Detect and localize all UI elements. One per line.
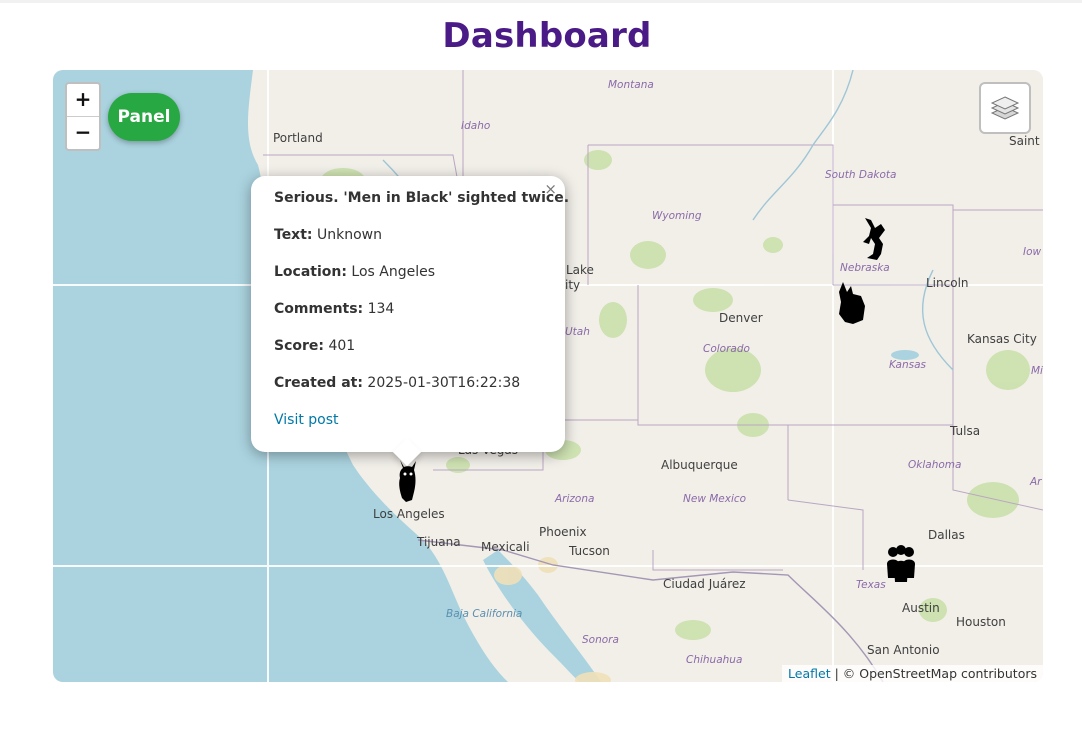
- label-phoenix: Phoenix: [539, 525, 587, 539]
- label-tijuana: Tijuana: [417, 535, 461, 549]
- label-missouri: Mi: [1031, 365, 1043, 377]
- zoom-out-button[interactable]: −: [67, 117, 99, 149]
- popup-location-label: Location:: [274, 264, 347, 280]
- label-arkansas: Ar: [1030, 476, 1042, 488]
- popup-created-row: Created at: 2025-01-30T16:22:38: [274, 373, 551, 393]
- zoom-in-button[interactable]: +: [67, 84, 99, 117]
- popup-comments-label: Comments:: [274, 301, 364, 317]
- popup-content: Serious. 'Men in Black' sighted twice. T…: [274, 188, 570, 447]
- label-oklahoma: Oklahoma: [908, 459, 962, 471]
- popup-location-row: Location: Los Angeles: [274, 262, 551, 282]
- label-los-angeles: Los Angeles: [373, 507, 445, 521]
- label-salt-lake: Lake: [566, 263, 594, 277]
- popup-text-value: Unknown: [316, 227, 382, 243]
- label-idaho: Idaho: [461, 120, 491, 132]
- popup-score-row: Score: 401: [274, 336, 551, 356]
- creature-marker-icon[interactable]: [859, 214, 891, 264]
- label-lincoln: Lincoln: [926, 276, 969, 290]
- label-denver: Denver: [719, 311, 763, 325]
- label-new-mexico: New Mexico: [683, 493, 747, 505]
- label-colorado: Colorado: [703, 343, 750, 355]
- marker-popup: × Serious. 'Men in Black' sighted twice.…: [251, 176, 570, 467]
- visit-post-link[interactable]: Visit post: [274, 412, 339, 428]
- label-kansas-city: Kansas City: [967, 332, 1037, 346]
- popup-text-row: Text: Unknown: [274, 225, 551, 245]
- label-saint: Saint: [1009, 134, 1040, 148]
- popup-score-value: 401: [328, 338, 356, 354]
- label-mexicali: Mexicali: [481, 540, 530, 554]
- popup-score-label: Score:: [274, 338, 324, 354]
- leaflet-link[interactable]: Leaflet: [788, 666, 831, 681]
- popup-comments-row: Comments: 134: [274, 299, 551, 319]
- label-albuquerque: Albuquerque: [661, 458, 738, 472]
- layers-icon: [990, 96, 1020, 120]
- label-wyoming: Wyoming: [652, 210, 702, 222]
- label-tulsa: Tulsa: [950, 424, 981, 438]
- label-portland: Portland: [273, 131, 323, 145]
- popup-link-row: Visit post: [274, 410, 551, 430]
- label-ciudad-juarez: Ciudad Juárez: [663, 577, 746, 591]
- popup-title: Serious. 'Men in Black' sighted twice.: [274, 190, 570, 206]
- label-texas: Texas: [856, 579, 886, 591]
- label-houston: Houston: [956, 615, 1006, 629]
- label-san-antonio: San Antonio: [867, 643, 940, 657]
- label-austin: Austin: [902, 601, 940, 615]
- map-attribution: Leaflet | © OpenStreetMap contributors: [782, 665, 1043, 682]
- map-container[interactable]: Montana Idaho Portland South Dakota Sain…: [53, 70, 1043, 682]
- label-kansas: Kansas: [889, 359, 926, 371]
- label-tucson: Tucson: [569, 544, 610, 558]
- creature-marker-icon[interactable]: [835, 280, 871, 328]
- top-divider: [0, 0, 1082, 3]
- label-salt-lake-city: ity: [565, 278, 581, 292]
- label-arizona: Arizona: [555, 493, 595, 505]
- label-chihuahua: Chihuahua: [686, 654, 743, 666]
- label-baja-california: Baja California: [446, 608, 523, 620]
- page-title: Dashboard: [442, 16, 652, 56]
- osm-attribution: © OpenStreetMap contributors: [842, 666, 1037, 681]
- label-utah: Utah: [565, 326, 590, 338]
- label-montana: Montana: [608, 79, 654, 91]
- popup-created-label: Created at:: [274, 375, 363, 391]
- label-iowa: Iow: [1023, 246, 1042, 258]
- people-marker-icon[interactable]: [884, 542, 918, 586]
- popup-location-value: Los Angeles: [351, 264, 436, 280]
- layers-button[interactable]: [979, 82, 1031, 134]
- label-south-dakota: South Dakota: [825, 169, 897, 181]
- label-sonora: Sonora: [582, 634, 619, 646]
- zoom-control: + −: [65, 82, 101, 151]
- popup-comments-value: 134: [367, 301, 395, 317]
- label-dallas: Dallas: [928, 528, 965, 542]
- popup-created-value: 2025-01-30T16:22:38: [367, 375, 521, 391]
- popup-text-label: Text:: [274, 227, 313, 243]
- panel-button[interactable]: Panel: [108, 93, 180, 141]
- attribution-separator: |: [830, 666, 843, 681]
